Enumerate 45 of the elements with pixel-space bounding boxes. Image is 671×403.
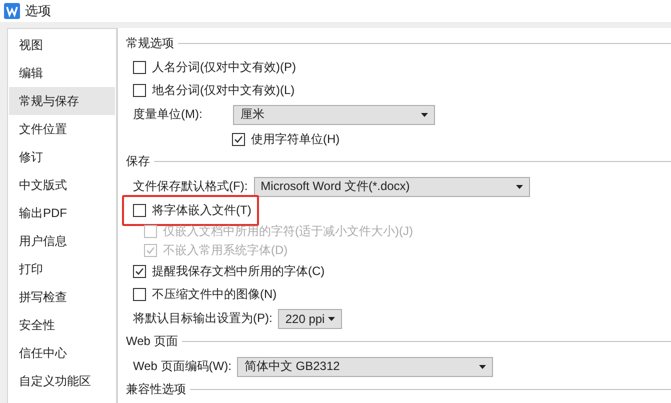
- sidebar-item[interactable]: 视图: [9, 31, 115, 59]
- field-label: 将默认目标输出设置为(P):: [133, 310, 272, 327]
- section-title: 兼容性选项: [126, 380, 187, 398]
- section-title: Web 页面: [126, 332, 179, 350]
- checkbox-label: 人名分词(仅对中文有效)(P): [152, 59, 296, 76]
- checkbox-label: 使用字符单位(H): [251, 130, 340, 148]
- dropdown[interactable]: 简体中文 GB2312: [237, 356, 494, 376]
- sidebar-item[interactable]: 安全性: [9, 311, 115, 339]
- checkbox-label: 将字体嵌入文件(T): [152, 202, 252, 219]
- sidebar-item[interactable]: 用户信息: [9, 227, 115, 255]
- field-label: 度量单位(M):: [133, 106, 202, 123]
- checkbox-label: 提醒我保存文档中所用的字体(C): [152, 263, 325, 280]
- sidebar-item[interactable]: 修订: [9, 143, 115, 171]
- dropdown[interactable]: 厘米: [233, 104, 436, 124]
- checkbox[interactable]: [133, 265, 146, 278]
- dropdown[interactable]: 220 ppi: [278, 308, 342, 328]
- sidebar-item[interactable]: 自定义功能区: [9, 367, 115, 395]
- sidebar-item[interactable]: 中文版式: [9, 171, 115, 199]
- checkbox[interactable]: [133, 204, 146, 217]
- dropdown[interactable]: Microsoft Word 文件(*.docx): [254, 176, 530, 196]
- checkbox-label: 不嵌入常用系统字体(D): [163, 242, 288, 259]
- checkbox-label: 不压缩文件中的图像(N): [152, 286, 277, 303]
- checkbox[interactable]: [133, 288, 146, 301]
- caret-icon: [421, 112, 428, 116]
- sidebar-item[interactable]: 常规与保存: [9, 87, 115, 115]
- sidebar-item[interactable]: 输出PDF: [9, 199, 115, 227]
- sidebar-item[interactable]: 文件位置: [9, 115, 115, 143]
- checkbox-label: 地名分词(仅对中文有效)(L): [152, 82, 295, 99]
- checkbox[interactable]: [232, 132, 245, 146]
- caret-icon: [479, 364, 486, 368]
- checkbox-label: 仅嵌入文档中所用的字符(适于减小文件大小)(J): [163, 223, 413, 240]
- checkbox[interactable]: [133, 84, 146, 97]
- sidebar-item[interactable]: 打印: [9, 255, 115, 283]
- window-title: 选项: [25, 2, 51, 20]
- sidebar-item[interactable]: 编辑: [9, 59, 115, 87]
- field-label: Web 页面编码(W):: [133, 358, 232, 375]
- sidebar-item[interactable]: 拼写检查: [9, 283, 115, 311]
- app-logo-icon: [4, 3, 20, 19]
- section-title: 保存: [126, 152, 151, 170]
- field-label: 文件保存默认格式(F):: [133, 178, 248, 195]
- section-title: 常规选项: [126, 34, 175, 52]
- caret-icon: [328, 316, 336, 320]
- caret-icon: [516, 184, 523, 188]
- checkbox[interactable]: [133, 61, 146, 74]
- sidebar-item[interactable]: 信任中心: [9, 339, 115, 367]
